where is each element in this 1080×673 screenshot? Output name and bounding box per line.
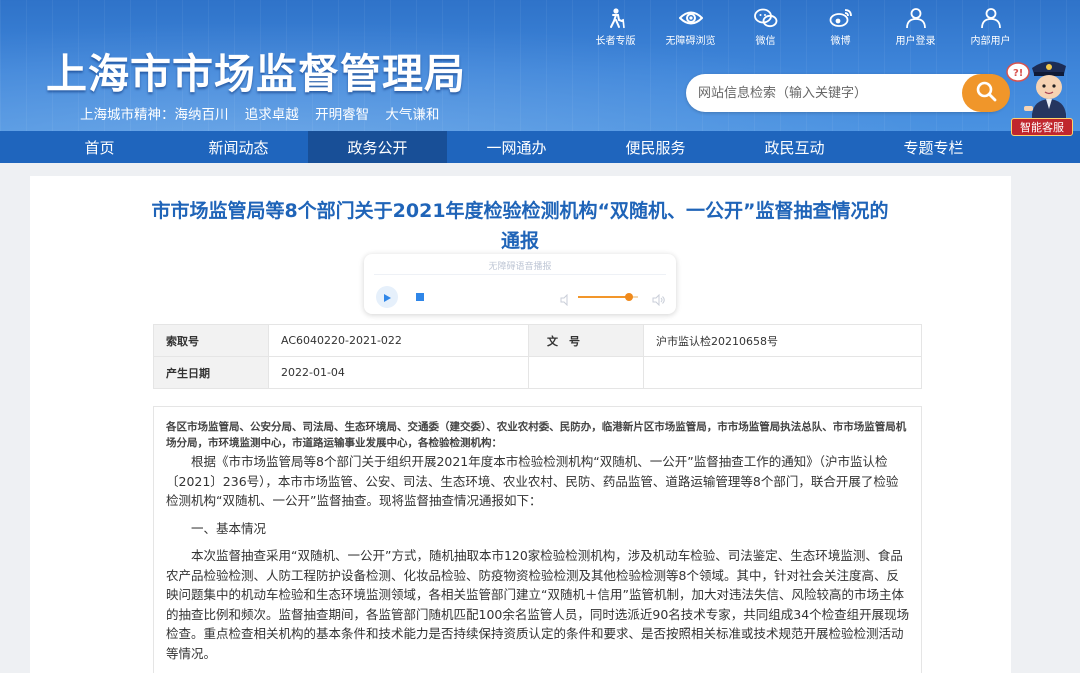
player-divider	[374, 274, 666, 275]
table-row: 索取号 AC6040220-2021-022 文 号 沪市监认检20210658…	[153, 324, 922, 357]
volume-low-icon[interactable]	[560, 291, 572, 310]
docno-value: 沪市监认检20210658号	[643, 324, 922, 357]
nav-item-public-service[interactable]: 便民服务	[586, 131, 725, 163]
volume-high-icon[interactable]	[652, 291, 666, 310]
toplink-label: 长者专版	[595, 36, 636, 47]
svg-text:?!: ?!	[1013, 68, 1023, 79]
eye-icon	[677, 6, 705, 30]
user-icon	[902, 6, 930, 30]
section-heading: 一、基本情况	[191, 520, 267, 536]
paragraph: 根据《市市场监管局等8个部门关于组织开展2021年度本市检验检测机构“双随机、一…	[166, 454, 899, 508]
search-icon	[975, 80, 997, 106]
slogan-part: 开明睿智	[315, 107, 370, 123]
player-title: 无障碍语音播报	[488, 262, 552, 272]
volume-knob[interactable]	[625, 293, 633, 301]
site-search	[686, 74, 1008, 112]
empty-cell	[528, 356, 644, 389]
slogan-part: 追求卓越	[244, 107, 299, 123]
table-row: 产生日期 2022-01-04	[153, 356, 922, 389]
nav-item-government-affairs[interactable]: 政务公开	[308, 131, 447, 163]
wechat-icon	[752, 6, 780, 30]
nav-item-interaction[interactable]: 政民互动	[725, 131, 864, 163]
main-nav: 首页 新闻动态 政务公开 一网通办 便民服务 政民互动 专题专栏	[0, 131, 1080, 163]
date-label: 产生日期	[153, 356, 269, 389]
nav-item-one-stop[interactable]: 一网通办	[447, 131, 586, 163]
toplink-elder[interactable]: 长者专版	[578, 6, 653, 47]
toplink-internal[interactable]: 内部用户	[953, 6, 1028, 47]
slogan-part: 大气谦和	[385, 107, 440, 123]
volume-slider[interactable]	[578, 293, 638, 301]
weibo-icon	[827, 6, 855, 30]
article-container: 市市场监管局等8个部门关于2021年度检验检测机构“双随机、一公开”监督抽查情况…	[30, 176, 1011, 673]
elder-icon	[602, 6, 630, 30]
date-value: 2022-01-04	[268, 356, 529, 389]
nav-item-topics[interactable]: 专题专栏	[864, 131, 1003, 163]
empty-cell	[643, 356, 922, 389]
toplink-accessibility[interactable]: 无障碍浏览	[653, 6, 728, 47]
smart-service-button[interactable]: 智能客服	[1011, 118, 1073, 136]
nav-item-home[interactable]: 首页	[30, 131, 169, 163]
audio-player: 无障碍语音播报	[364, 254, 676, 314]
article-title: 市市场监管局等8个部门关于2021年度检验检测机构“双随机、一公开”监督抽查情况…	[151, 200, 889, 252]
index-label: 索取号	[153, 324, 269, 357]
toplink-label: 内部用户	[970, 36, 1011, 47]
toplink-login[interactable]: 用户登录	[878, 6, 953, 47]
document-meta-table: 索取号 AC6040220-2021-022 文 号 沪市监认检20210658…	[153, 324, 922, 389]
toplink-label: 无障碍浏览	[665, 36, 716, 47]
paragraph: 本次监督抽查采用“双随机、一公开”方式，随机抽取本市120家检验检测机构，涉及机…	[166, 548, 910, 661]
site-title[interactable]: 上海市市场监督管理局	[46, 40, 466, 100]
nav-item-news[interactable]: 新闻动态	[169, 131, 308, 163]
index-value: AC6040220-2021-022	[268, 324, 529, 357]
site-header: 上海市市场监督管理局 上海城市精神：海纳百川 追求卓越 开明睿智 大气谦和 长者…	[0, 0, 1080, 131]
toplink-weibo[interactable]: 微博	[803, 6, 878, 47]
play-icon	[382, 288, 392, 307]
city-slogan: 上海城市精神：海纳百川 追求卓越 开明睿智 大气谦和	[80, 103, 451, 123]
stop-button[interactable]	[416, 293, 424, 301]
docno-label: 文 号	[528, 324, 644, 357]
article-body: 各区市场监管局、公安分局、司法局、生态环境局、交通委（建交委）、农业农村委、民防…	[153, 406, 922, 673]
user-icon	[977, 6, 1005, 30]
addressees: 各区市场监管局、公安分局、司法局、生态环境局、交通委（建交委）、农业农村委、民防…	[166, 421, 907, 449]
play-button[interactable]	[376, 286, 398, 308]
volume-level	[578, 296, 629, 298]
search-input[interactable]	[698, 82, 948, 104]
toplink-wechat[interactable]: 微信	[728, 6, 803, 47]
slogan-part: 上海城市精神：海纳百川	[80, 107, 229, 123]
toplink-label: 用户登录	[895, 36, 936, 47]
search-button[interactable]	[962, 74, 1010, 112]
top-links: 长者专版 无障碍浏览 微信 微博 用户登录 内部用户	[578, 6, 1028, 47]
toplink-label: 微博	[830, 36, 851, 47]
toplink-label: 微信	[755, 36, 776, 47]
